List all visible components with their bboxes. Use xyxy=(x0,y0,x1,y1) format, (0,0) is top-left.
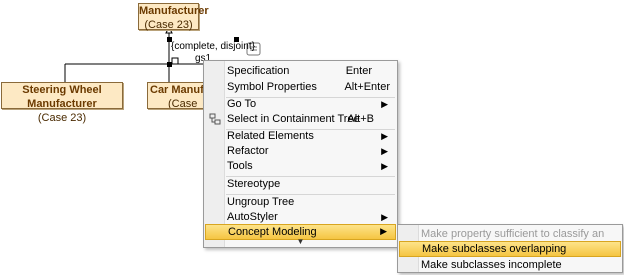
menu-item-shortcut: Alt+Enter xyxy=(344,81,390,93)
menu-item-stereotype[interactable]: Stereotype xyxy=(205,176,396,192)
menu-item-label: Ungroup Tree xyxy=(227,196,295,208)
class-manufacturer[interactable]: Manufacturer (Case 23) xyxy=(138,3,209,31)
menu-item-label: Make subclasses overlapping xyxy=(422,243,567,255)
menu-item-autostyler[interactable]: AutoStyler ▶ xyxy=(205,209,396,225)
scroll-down-arrow-icon[interactable]: ▼ xyxy=(204,237,397,246)
menu-item-label: Select in Containment Tree xyxy=(227,113,360,125)
menu-item-label: Tools xyxy=(227,160,253,172)
menu-item-make-property-sufficient[interactable]: Make property sufficient to classify an … xyxy=(399,226,621,256)
containment-tree-icon xyxy=(209,113,221,125)
class-steering-wheel-manufacturer[interactable]: Steering Wheel Manufacturer (Case 23) xyxy=(1,82,123,124)
menu-item-label: Symbol Properties xyxy=(227,81,317,93)
menu-item-symbol-properties[interactable]: Symbol Properties Alt+Enter xyxy=(205,79,396,95)
selection-handle[interactable] xyxy=(167,62,172,67)
menu-item-label: Go To xyxy=(227,98,257,110)
menu-item-label: Related Elements xyxy=(227,130,314,142)
menu-item-label: Make subclasses incomplete xyxy=(421,259,562,271)
menu-item-refactor[interactable]: Refactor ▶ xyxy=(205,143,396,159)
menu-item-label: Stereotype xyxy=(227,178,281,190)
menu-item-related-elements[interactable]: Related Elements ▶ xyxy=(205,128,396,144)
menu-item-label: Refactor xyxy=(227,145,269,157)
gs-indicator-icon xyxy=(171,57,179,65)
submenu-arrow-icon: ▶ xyxy=(381,146,388,156)
class-name: Steering Wheel Manufacturer xyxy=(22,84,102,110)
concept-modeling-submenu: Make property sufficient to classify an … xyxy=(397,224,623,273)
submenu-arrow-icon: ▶ xyxy=(380,226,387,236)
menu-item-go-to[interactable]: Go To ▶ xyxy=(205,96,396,112)
class-car-manufacturer[interactable]: Car Manufactu (Case 23) xyxy=(147,82,207,109)
submenu-arrow-icon: ▶ xyxy=(381,161,388,171)
menu-item-label: Specification xyxy=(227,65,290,77)
menu-item-label: AutoStyler xyxy=(227,211,278,223)
submenu-arrow-icon: ▶ xyxy=(381,99,388,109)
menu-item-make-subclasses-incomplete[interactable]: Make subclasses incomplete xyxy=(399,257,621,273)
submenu-arrow-icon: ▶ xyxy=(381,131,388,141)
context-menu: Specification Enter Symbol Properties Al… xyxy=(203,60,398,248)
menu-item-tools[interactable]: Tools ▶ xyxy=(205,158,396,174)
constraint-label: {complete, disjoint} xyxy=(171,41,255,52)
class-case: (Case 23) xyxy=(168,98,198,109)
class-name: Manufacturer xyxy=(139,5,209,17)
menu-item-select-in-containment-tree[interactable]: Select in Containment Tree Alt+B xyxy=(205,111,396,127)
class-name: Car Manufactu xyxy=(150,84,206,96)
menu-item-shortcut: Alt+B xyxy=(347,113,374,125)
menu-item-make-subclasses-overlapping[interactable]: Make subclasses overlapping xyxy=(399,241,621,257)
menu-item-shortcut: Enter xyxy=(345,65,372,77)
class-case: (Case 23) xyxy=(37,112,87,124)
menu-item-ungroup-tree[interactable]: Ungroup Tree xyxy=(205,194,396,210)
class-case: (Case 23) xyxy=(144,19,193,31)
submenu-arrow-icon: ▶ xyxy=(381,212,388,222)
menu-item-specification[interactable]: Specification Enter xyxy=(205,63,396,79)
